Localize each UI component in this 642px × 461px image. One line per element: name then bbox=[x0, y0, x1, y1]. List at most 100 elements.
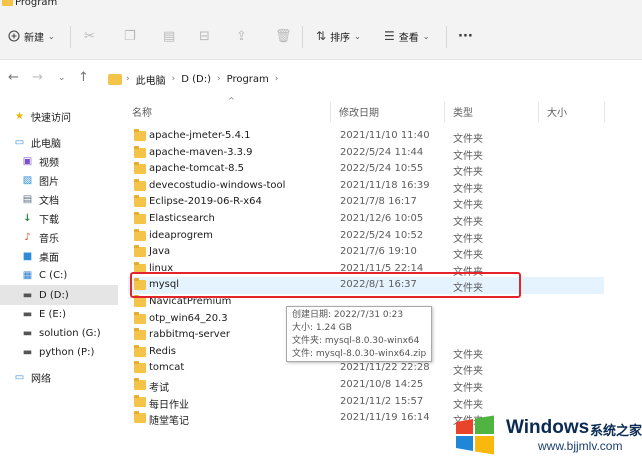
table-row[interactable]: 考试 2021/10/8 14:25 文件夹 bbox=[128, 377, 604, 394]
file-modified-date: 2021/7/8 16:17 bbox=[340, 196, 417, 208]
file-modified-date: 2021/7/6 19:10 bbox=[340, 246, 417, 258]
view-button-label: 查看 bbox=[398, 32, 419, 44]
table-row[interactable]: Eclipse-2019-06-R-x64 2021/7/8 16:17 文件夹 bbox=[128, 194, 604, 211]
window-title: Program bbox=[15, 0, 58, 8]
folder-icon bbox=[134, 328, 146, 341]
cut-button[interactable]: ✂ bbox=[84, 12, 95, 60]
column-header-date[interactable]: 修改日期 bbox=[339, 104, 379, 119]
breadcrumb-item[interactable]: Program bbox=[227, 74, 269, 85]
tooltip-files: 文件: mysql-8.0.30-winx64.zip bbox=[292, 349, 427, 359]
table-row[interactable]: apache-jmeter-5.4.1 2021/11/10 11:40 文件夹 bbox=[128, 128, 604, 145]
sidebar-item-label: D (D:) bbox=[39, 289, 69, 301]
more-icon: ··· bbox=[458, 28, 473, 44]
sort-button-label: 排序 bbox=[330, 32, 351, 44]
forward-icon[interactable]: → bbox=[32, 70, 43, 85]
folder-icon bbox=[108, 73, 122, 85]
table-row[interactable]: apache-maven-3.3.9 2022/5/24 11:44 文件夹 bbox=[128, 145, 604, 162]
file-type: 文件夹 bbox=[453, 167, 483, 179]
column-divider[interactable] bbox=[444, 102, 445, 122]
breadcrumb-item[interactable]: D (D:) bbox=[181, 74, 211, 85]
music-icon: ♪ bbox=[24, 231, 31, 243]
table-row[interactable]: Java 2021/7/6 19:10 文件夹 bbox=[128, 244, 604, 261]
tooltip-folders: 文件夹: mysql-8.0.30-winx64 bbox=[292, 336, 420, 346]
folder-icon bbox=[134, 162, 146, 175]
sidebar-item-label: 下载 bbox=[39, 214, 59, 226]
sidebar-item-desktop[interactable]: ■ 桌面 bbox=[0, 246, 118, 266]
sidebar-item-music[interactable]: ♪ 音乐 bbox=[0, 227, 118, 247]
video-icon: ▣ bbox=[22, 155, 33, 167]
toolbar-divider bbox=[302, 26, 303, 48]
copy-button[interactable]: ❐ bbox=[124, 12, 136, 60]
sidebar-item-downloads[interactable]: ↓ 下载 bbox=[0, 208, 118, 228]
rename-button[interactable]: ⊟ bbox=[199, 12, 210, 60]
folder-icon bbox=[134, 228, 146, 241]
table-row[interactable]: tomcat 2021/11/22 22:28 文件夹 bbox=[128, 360, 604, 377]
file-type: 文件夹 bbox=[453, 200, 483, 212]
command-bar: 新建 ⌄ ✂ ❐ ▤ ⊟ ⇪ 🗑 ⇅ 排序 ⌄ ☰ 查看 ⌄ ··· bbox=[0, 12, 642, 60]
chevron-right-icon: › bbox=[274, 74, 279, 84]
drive-icon: ▬ bbox=[22, 308, 33, 320]
file-name: otp_win64_20.3 bbox=[149, 312, 228, 324]
view-button[interactable]: ☰ 查看 ⌄ bbox=[384, 12, 429, 60]
file-name: apache-tomcat-8.5 bbox=[149, 163, 245, 175]
recent-chevron-icon[interactable]: ⌄ bbox=[58, 73, 66, 83]
documents-icon: ▤ bbox=[22, 193, 33, 205]
folder-icon bbox=[134, 344, 146, 357]
up-icon[interactable]: ↑ bbox=[78, 70, 89, 85]
breadcrumb-item[interactable]: 此电脑 bbox=[136, 72, 166, 87]
folder-icon bbox=[2, 0, 13, 6]
sidebar-item-label: solution (G:) bbox=[39, 327, 101, 339]
sidebar-item-label: 快速访问 bbox=[31, 112, 71, 124]
chevron-down-icon: ⌄ bbox=[354, 31, 361, 41]
file-modified-date: 2021/11/19 16:14 bbox=[340, 412, 430, 424]
folder-icon bbox=[134, 212, 146, 224]
delete-button[interactable]: 🗑 bbox=[275, 12, 292, 60]
sidebar-item-videos[interactable]: ▣ 视频 bbox=[0, 151, 118, 171]
drive-icon: ▬ bbox=[22, 346, 33, 358]
table-row[interactable]: devecostudio-windows-tool 2021/11/18 16:3… bbox=[128, 178, 604, 195]
sidebar-item-network[interactable]: ▭ 网络 bbox=[0, 367, 118, 387]
paste-button[interactable]: ▤ bbox=[163, 12, 175, 60]
sidebar-item-drive-p[interactable]: ▬ python (P:) bbox=[0, 342, 118, 362]
title-bar: Program bbox=[0, 0, 642, 12]
sidebar-item-this-pc[interactable]: ▭ 此电脑 bbox=[0, 132, 118, 152]
more-options-button[interactable]: ··· bbox=[458, 12, 473, 60]
sidebar-item-drive-g[interactable]: ▬ solution (G:) bbox=[0, 323, 118, 343]
file-modified-date: 2021/11/2 15:57 bbox=[340, 395, 424, 407]
share-button[interactable]: ⇪ bbox=[236, 12, 247, 60]
column-header-type[interactable]: 类型 bbox=[453, 104, 473, 119]
new-button[interactable]: 新建 ⌄ bbox=[8, 12, 55, 60]
file-type: 文件夹 bbox=[453, 183, 483, 195]
folder-icon bbox=[134, 178, 146, 191]
breadcrumb[interactable]: › 此电脑 › D (D:) › Program › bbox=[102, 66, 642, 92]
file-modified-date: 2021/11/18 16:39 bbox=[340, 179, 430, 191]
file-type: 文件夹 bbox=[453, 383, 483, 394]
column-divider[interactable] bbox=[604, 102, 605, 122]
column-header-name[interactable]: 名称 bbox=[132, 104, 152, 119]
tooltip-created: 创建日期: 2022/7/31 0:23 bbox=[292, 310, 404, 320]
sort-icon: ⇅ bbox=[316, 29, 327, 43]
sidebar-item-pictures[interactable]: ▨ 图片 bbox=[0, 170, 118, 190]
column-divider[interactable] bbox=[538, 102, 539, 122]
table-row[interactable]: apache-tomcat-8.5 2022/5/24 10:55 文件夹 bbox=[128, 161, 604, 178]
table-row[interactable]: Elasticsearch 2021/12/6 10:05 文件夹 bbox=[128, 211, 604, 228]
file-name: apache-maven-3.3.9 bbox=[149, 146, 253, 158]
chevron-right-icon: › bbox=[126, 74, 130, 84]
watermark-brand: Windows bbox=[506, 417, 590, 438]
sidebar-item-documents[interactable]: ▤ 文档 bbox=[0, 189, 118, 209]
sidebar-item-quick-access[interactable]: ★ 快速访问 bbox=[0, 106, 118, 126]
back-icon[interactable]: ← bbox=[8, 70, 19, 85]
sidebar-item-drive-e[interactable]: ▬ E (E:) bbox=[0, 304, 118, 324]
column-header-size[interactable]: 大小 bbox=[547, 104, 567, 119]
column-divider[interactable] bbox=[330, 102, 331, 122]
table-row[interactable]: ideaprogrem 2022/5/24 10:52 文件夹 bbox=[128, 228, 604, 245]
scissors-icon: ✂ bbox=[84, 28, 95, 44]
sidebar-item-drive-c[interactable]: ▦ C (C:) bbox=[0, 265, 118, 285]
file-modified-date: 2022/5/24 10:55 bbox=[340, 163, 424, 175]
file-name: ideaprogrem bbox=[149, 229, 213, 241]
windows-drive-icon: ▦ bbox=[22, 269, 33, 281]
network-icon: ▭ bbox=[14, 371, 25, 383]
sidebar-item-drive-d[interactable]: ▬ D (D:) bbox=[0, 285, 118, 305]
file-modified-date: 2022/5/24 10:52 bbox=[340, 229, 424, 241]
sort-button[interactable]: ⇅ 排序 ⌄ bbox=[316, 12, 361, 60]
